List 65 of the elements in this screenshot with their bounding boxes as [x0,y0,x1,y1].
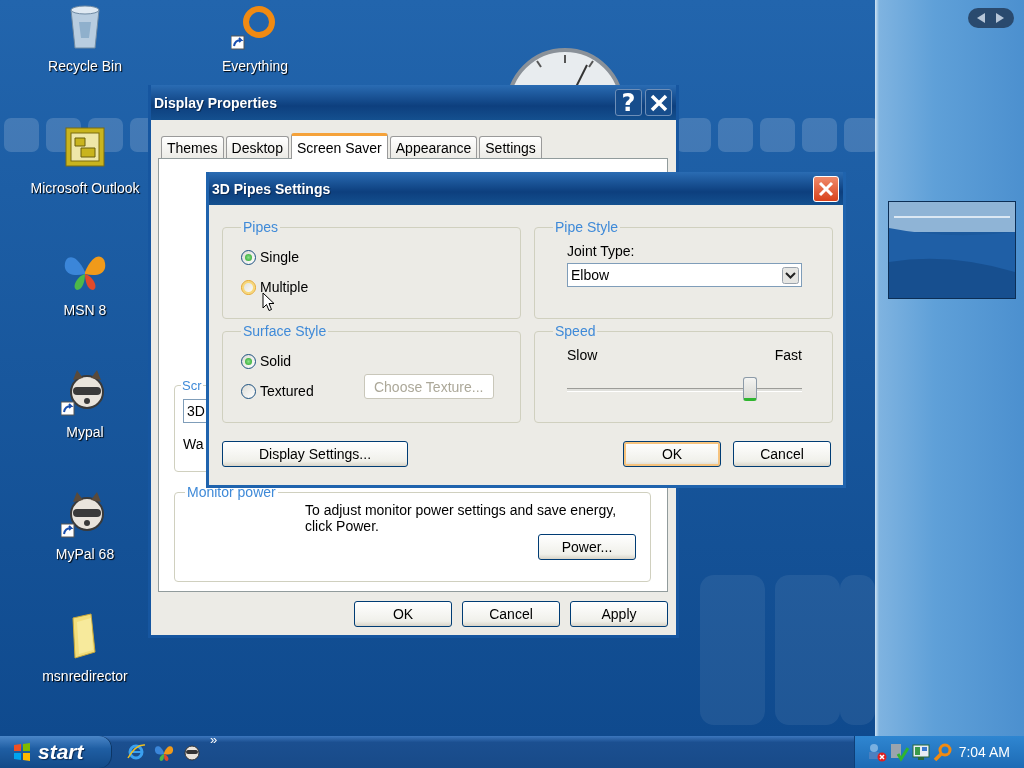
radio-label[interactable]: Multiple [260,279,309,295]
joint-type-label: Joint Type: [567,243,636,259]
radio-label[interactable]: Solid [260,353,292,369]
start-button[interactable]: start [0,736,112,768]
close-icon [818,180,834,197]
dialog-title: 3D Pipes Settings [212,180,332,197]
radio-button[interactable] [241,249,256,265]
network-icon[interactable] [867,742,887,762]
desktop-icon-label[interactable]: Recycle Bin [48,58,122,74]
monitor-power-text: To adjust monitor power settings and save energy, click Power. [305,502,618,534]
window-title: Display Properties [154,94,278,111]
wallpaper-tile [676,118,711,152]
group-label: Pipe Style [554,219,620,235]
raccoon-icon[interactable] [182,742,202,762]
wallpaper-tile [4,118,39,152]
slider-thumb[interactable] [743,377,758,401]
joint-type-dropdown[interactable]: Elbow [567,263,802,287]
desktop-icon-label[interactable]: MyPal 68 [55,546,115,562]
dialog-button[interactable]: OK [623,441,721,467]
radio-label[interactable]: Single [260,249,299,265]
group-label: Scr [181,378,203,393]
radio-label[interactable]: Textured [260,383,314,399]
dialog-button[interactable]: OK [354,601,452,627]
clock-time: 7:04 AM [958,744,1010,760]
slow-label: Slow [567,347,598,363]
wallpaper-tile [802,118,837,152]
dropdown-value: Elbow [571,267,610,283]
power-button[interactable]: Power... [538,534,636,560]
tab[interactable]: Themes [161,136,224,158]
caret-icon[interactable] [782,266,799,284]
desktop-icon-label[interactable]: Everything [221,58,289,74]
dialog-button[interactable]: Cancel [733,441,831,467]
radio-button[interactable] [241,383,256,399]
wallpaper-tile [760,118,795,152]
dialog-button[interactable]: Display Settings... [222,441,408,467]
next-icon[interactable] [996,13,1005,23]
dialog-button[interactable]: Cancel [462,601,560,627]
group-label: Speed [554,323,597,339]
help-button[interactable]: ? [615,89,642,116]
close-button[interactable] [645,89,672,116]
close-icon [649,93,668,112]
monitor-icon[interactable] [911,742,931,762]
group-label: Pipes [242,219,280,235]
tab[interactable]: Screen Saver [290,133,388,159]
tab[interactable]: Appearance [389,136,478,158]
tab[interactable]: Desktop [225,136,289,158]
gadget-nav-control[interactable] [968,8,1014,28]
tab[interactable]: Settings [479,136,542,158]
desktop-icon-label[interactable]: MSN 8 [63,302,107,318]
dialog-button[interactable]: Apply [570,601,668,627]
radio-button[interactable] [241,353,256,369]
radio-button[interactable] [241,279,256,295]
windows-logo-icon [12,742,32,762]
group-label: Surface Style [242,323,328,339]
wait-label: Wa [183,436,204,452]
desktop-icon-label[interactable]: Microsoft Outlook [30,180,140,196]
browser-icon[interactable] [126,742,146,762]
wallpaper-tile [718,118,753,152]
previous-icon[interactable] [977,13,986,23]
speed-slider-track[interactable] [567,377,802,401]
more-button[interactable]: » [210,732,218,747]
fast-label: Fast [774,347,802,363]
desktop-icon-label[interactable]: msnredirector [42,668,128,684]
desktop-icon-label[interactable]: Mypal [66,424,104,440]
group-label: Monitor power [186,484,277,500]
